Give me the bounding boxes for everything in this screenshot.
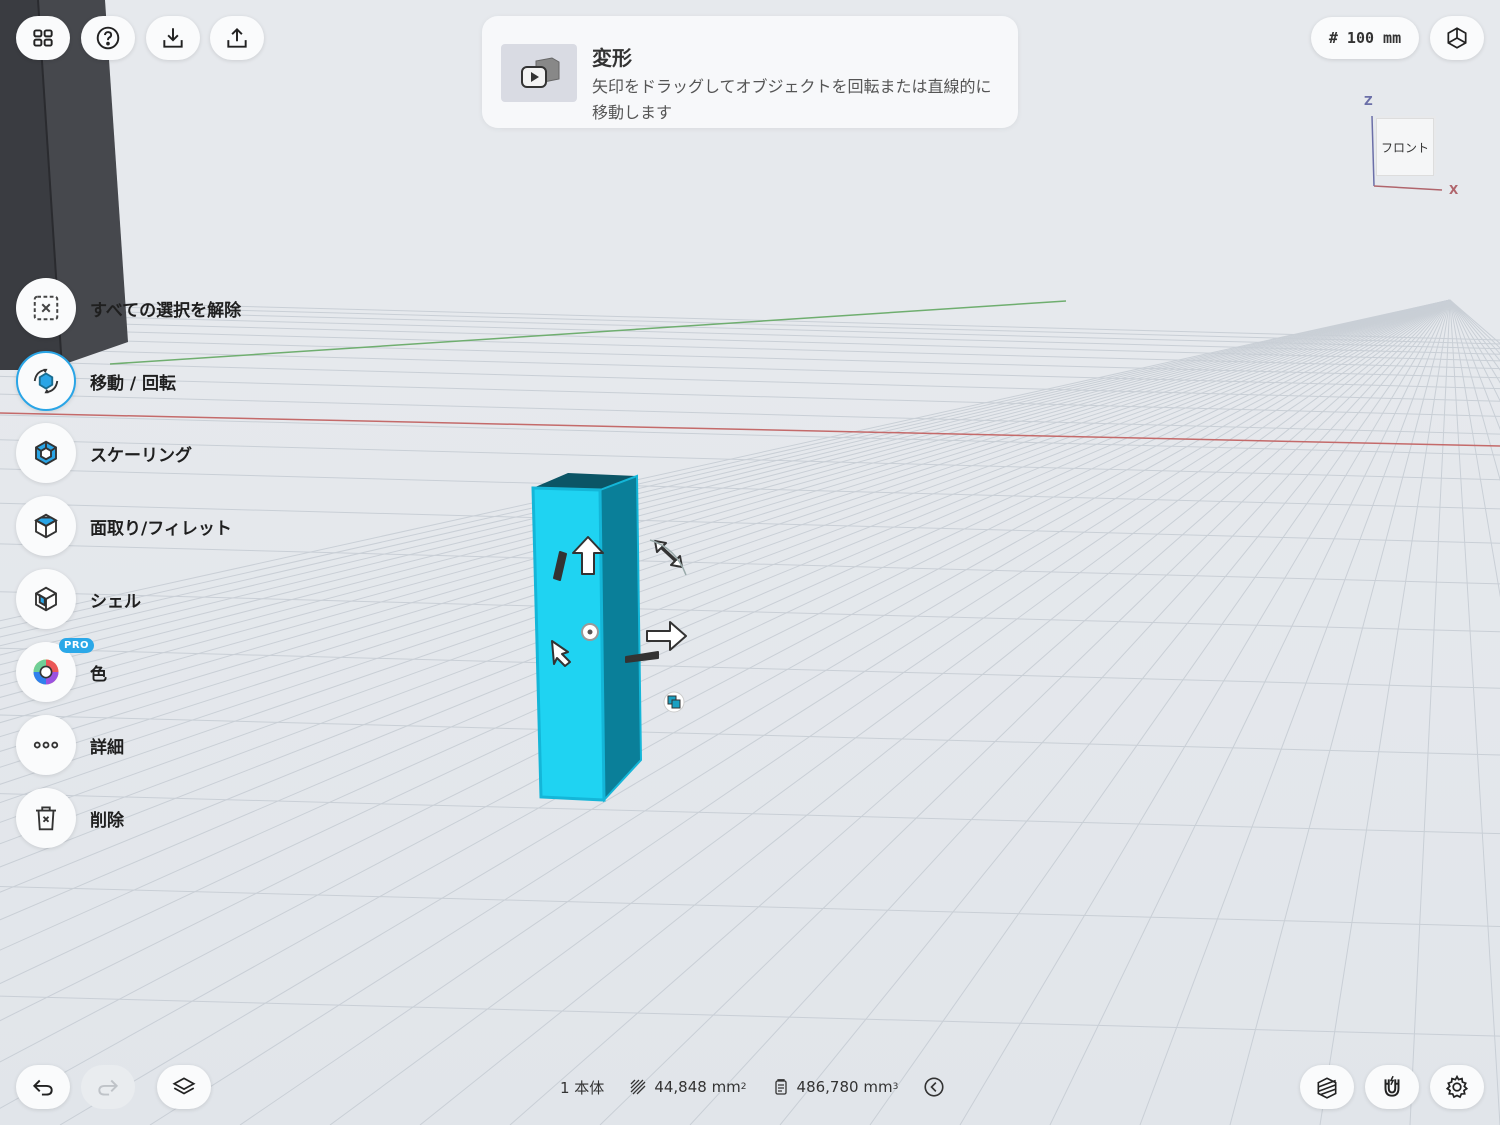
more-icon-wrap: [16, 715, 76, 775]
more-icon: [33, 741, 59, 749]
snap-icon[interactable]: [663, 691, 685, 713]
menu-details[interactable]: 詳細: [16, 715, 124, 775]
scale-icon-wrap: [16, 423, 76, 483]
menu-delete[interactable]: 削除: [16, 788, 124, 848]
move-rotate-icon-wrap: [16, 351, 76, 411]
hatch-area-icon: [630, 1079, 646, 1095]
tooltip-description: 矢印をドラッグしてオブジェクトを回転または直線的に移動します: [592, 77, 992, 122]
grid-menu-button[interactable]: [16, 16, 70, 60]
menu-scaling-label: スケーリング: [90, 445, 192, 466]
menu-scaling[interactable]: スケーリング: [16, 423, 192, 483]
upload-icon: [227, 27, 247, 48]
color-icon: [33, 659, 59, 685]
export-button[interactable]: [210, 16, 264, 60]
help-button[interactable]: [81, 16, 135, 60]
tooltip-video-thumbnail[interactable]: [501, 44, 577, 102]
section-view-icon: [1317, 1077, 1337, 1099]
color-icon-wrap: PRO: [16, 638, 95, 702]
deselect-icon-wrap: [16, 278, 76, 338]
chamfer-icon: [34, 513, 58, 539]
menu-delete-label: 削除: [90, 810, 124, 831]
help-icon: [96, 26, 120, 50]
body-count: 1 本体: [560, 1077, 604, 1098]
snap-magnet-button[interactable]: [1365, 1065, 1419, 1109]
play-video-icon: [521, 57, 560, 88]
scale-icon: [35, 440, 57, 466]
undo-icon: [32, 1079, 53, 1096]
menu-chamfer-fillet[interactable]: 面取り/フィレット: [16, 496, 232, 556]
menu-move-rotate[interactable]: 移動 / 回転: [16, 351, 176, 411]
trash-icon-wrap: [16, 788, 76, 848]
3d-viewport[interactable]: [0, 0, 1500, 1125]
section-view-button[interactable]: [1300, 1065, 1354, 1109]
view-cube-front-face[interactable]: フロント: [1376, 118, 1434, 176]
shell-icon-wrap: [16, 569, 76, 629]
layers-button[interactable]: [157, 1065, 211, 1109]
gear-icon: [1445, 1074, 1469, 1099]
menu-shell[interactable]: シェル: [16, 569, 141, 629]
settings-button[interactable]: [1430, 1065, 1484, 1109]
cube-view-icon: [1447, 27, 1467, 49]
magnet-icon: [1384, 1075, 1400, 1097]
menu-move-rotate-label: 移動 / 回転: [90, 373, 177, 394]
redo-button[interactable]: [81, 1065, 135, 1109]
menu-deselect-all[interactable]: すべての選択を解除: [16, 278, 241, 338]
menu-shell-label: シェル: [90, 591, 141, 612]
grid-menu-icon: [33, 29, 53, 47]
undo-button[interactable]: [16, 1065, 70, 1109]
chamfer-icon-wrap: [16, 496, 76, 556]
chevron-left-circle-icon: [924, 1077, 944, 1097]
z-axis-label: Z: [1364, 94, 1373, 108]
status-bar: 1 本体 44,848 mm 2 486,780 mm 3: [560, 1072, 978, 1102]
deselect-icon: [33, 295, 59, 321]
volume-value: 486,780 mm: [796, 1078, 893, 1096]
pro-badge: PRO: [59, 638, 95, 653]
redo-icon: [98, 1079, 119, 1096]
surface-area-value: 44,848 mm: [654, 1078, 741, 1096]
tool-tooltip: 変形 矢印をドラッグしてオブジェクトを回転または直線的に移動します: [482, 16, 1018, 128]
shell-icon: [35, 586, 57, 612]
layers-icon: [172, 1077, 196, 1095]
volume: 486,780 mm 3: [773, 1078, 899, 1096]
menu-deselect-all-label: すべての選択を解除: [90, 300, 242, 321]
move-rotate-icon: [33, 368, 59, 394]
x-axis-label: X: [1449, 183, 1459, 197]
grid-size-button[interactable]: # 100 mm: [1311, 17, 1419, 59]
view-mode-button[interactable]: [1430, 16, 1484, 60]
download-icon: [163, 28, 183, 48]
volume-icon: [774, 1079, 787, 1095]
surface-area: 44,848 mm 2: [630, 1078, 747, 1096]
view-cube[interactable]: Z フロント X: [1360, 90, 1470, 200]
tooltip-title: 変形: [592, 46, 632, 70]
menu-details-label: 詳細: [90, 737, 124, 758]
collapse-status-button[interactable]: [924, 1077, 952, 1097]
menu-chamfer-fillet-label: 面取り/フィレット: [90, 518, 232, 539]
trash-icon: [36, 806, 56, 831]
volume-exp: 3: [892, 1082, 899, 1092]
body-count-text: 1 本体: [560, 1078, 605, 1097]
surface-area-exp: 2: [740, 1082, 747, 1092]
menu-color-label: 色: [90, 664, 107, 685]
import-button[interactable]: [146, 16, 200, 60]
menu-color[interactable]: PRO 色: [16, 638, 107, 702]
